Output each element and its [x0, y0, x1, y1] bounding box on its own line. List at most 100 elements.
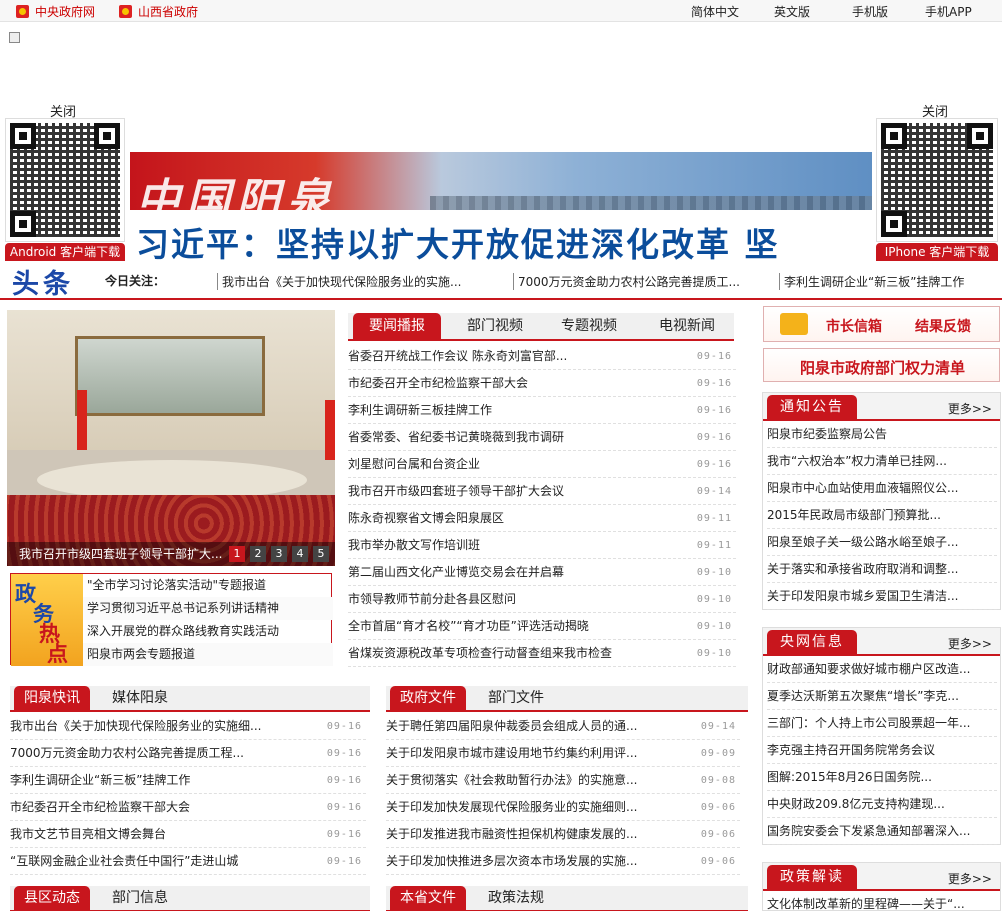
tab-dept-video[interactable]: 部门视频: [451, 313, 539, 339]
list-item[interactable]: 阳泉至娘子关一级公路水峪至娘子...: [767, 529, 997, 556]
news-item-title[interactable]: “互联网金融企业社会责任中国行”走进山城: [10, 848, 314, 874]
news-item-title[interactable]: 市纪委召开全市纪检监察干部大会: [348, 370, 684, 396]
news-item-title[interactable]: 省委召开统战工作会议 陈永奇刘富官部...: [348, 343, 684, 369]
list-item[interactable]: 2015年民政局市级部门预算批...: [767, 502, 997, 529]
list-item[interactable]: 图解:2015年8月26日国务院...: [767, 764, 997, 791]
mobile-version-link[interactable]: 手机版: [852, 3, 888, 20]
news-item[interactable]: 7000万元资金助力农村公路完善提质工程... 09-16: [10, 740, 366, 767]
news-item-title[interactable]: 我市召开市级四套班子领导干部扩大会议: [348, 478, 684, 504]
slider-dot[interactable]: 3: [271, 546, 287, 562]
power-list-box[interactable]: 阳泉市政府部门权力清单: [763, 348, 1000, 382]
tab-topic-video[interactable]: 专题视频: [545, 313, 633, 339]
notice-more-link[interactable]: 更多>>: [948, 400, 992, 417]
tab-gov-docs[interactable]: 政府文件: [390, 686, 466, 710]
news-item-title[interactable]: 7000万元资金助力农村公路完善提质工程...: [10, 740, 314, 766]
news-item[interactable]: 省煤炭资源税改革专项检查行动督查组来我市检查 09-10: [348, 640, 736, 667]
news-item-title[interactable]: 关于印发加快推进多层次资本市场发展的实施...: [386, 848, 688, 874]
result-feedback-link[interactable]: 结果反馈: [915, 316, 971, 336]
news-item-title[interactable]: 省委常委、省纪委书记黄晓薇到我市调研: [348, 424, 684, 450]
news-item[interactable]: 关于贯彻落实《社会救助暂行办法》的实施意... 09-08: [386, 767, 740, 794]
news-item-title[interactable]: 关于印发阳泉市城市建设用地节约集约利用评...: [386, 740, 688, 766]
news-item-title[interactable]: 全市首届“育才名校”“育才功臣”评选活动揭晓: [348, 613, 684, 639]
news-item[interactable]: 关于聘任第四届阳泉仲裁委员会组成人员的通... 09-14: [386, 713, 740, 740]
hot-topic-item[interactable]: "全市学习讨论落实活动"专题报道: [83, 574, 333, 597]
news-item[interactable]: 我市出台《关于加快现代保险服务业的实施细... 09-16: [10, 713, 366, 740]
news-item-title[interactable]: 关于贯彻落实《社会救助暂行办法》的实施意...: [386, 767, 688, 793]
news-item-title[interactable]: 关于印发推进我市融资性担保机构健康发展的...: [386, 821, 688, 847]
news-item[interactable]: 李利生调研新三板挂牌工作 09-16: [348, 397, 736, 424]
list-item[interactable]: 阳泉市中心血站使用血液辐照仪公...: [767, 475, 997, 502]
android-download-button[interactable]: Android 客户端下载: [5, 243, 125, 261]
news-item[interactable]: 李利生调研企业“新三板”挂牌工作 09-16: [10, 767, 366, 794]
central-info-more-link[interactable]: 更多>>: [948, 635, 992, 652]
hot-topic-item[interactable]: 深入开展党的群众路线教育实践活动: [83, 620, 333, 643]
news-item-title[interactable]: 关于聘任第四届阳泉仲裁委员会组成人员的通...: [386, 713, 688, 739]
policy-more-link[interactable]: 更多>>: [948, 870, 992, 887]
news-item[interactable]: 刘星慰问台属和台资企业 09-16: [348, 451, 736, 478]
power-list-link[interactable]: 阳泉市政府部门权力清单: [764, 357, 1001, 378]
photo-slider[interactable]: 我市召开市级四套班子领导干部扩大... 1 2 3 4 5: [7, 310, 335, 566]
ticker-item[interactable]: 7000万元资金助力农村公路完善提质工...: [513, 273, 740, 290]
news-item-title[interactable]: 李利生调研企业“新三板”挂牌工作: [10, 767, 314, 793]
news-item[interactable]: 我市举办散文写作培训班 09-11: [348, 532, 736, 559]
tab-county-news[interactable]: 县区动态: [14, 886, 90, 910]
news-item-title[interactable]: 李利生调研新三板挂牌工作: [348, 397, 684, 423]
ticker-item[interactable]: 李利生调研企业“新三板”挂牌工作: [779, 273, 964, 290]
list-item[interactable]: 李克强主持召开国务院常务会议: [767, 737, 997, 764]
central-gov-link[interactable]: 中央政府网: [16, 3, 95, 20]
shanxi-gov-link[interactable]: 山西省政府: [119, 3, 198, 20]
list-item[interactable]: 关于落实和承接省政府取消和调整...: [767, 556, 997, 583]
policy-item[interactable]: 文化体制改革新的里程碑——关于“...: [767, 891, 997, 911]
english-version-link[interactable]: 英文版: [774, 3, 810, 20]
news-item-title[interactable]: 我市出台《关于加快现代保险服务业的实施细...: [10, 713, 314, 739]
mayor-mailbox-link[interactable]: 市长信箱: [826, 316, 882, 336]
news-item-title[interactable]: 我市举办散文写作培训班: [348, 532, 684, 558]
simplified-chinese-link[interactable]: 简体中文: [691, 3, 739, 20]
news-item[interactable]: 第二届山西文化产业博览交易会在并启幕 09-10: [348, 559, 736, 586]
tab-policy-regulations[interactable]: 政策法规: [478, 886, 554, 910]
list-item[interactable]: 国务院安委会下发紧急通知部署深入...: [767, 818, 997, 845]
news-item[interactable]: 我市召开市级四套班子领导干部扩大会议 09-14: [348, 478, 736, 505]
tab-news-broadcast[interactable]: 要闻播报: [353, 313, 441, 339]
slider-dot[interactable]: 2: [250, 546, 266, 562]
news-item[interactable]: 市纪委召开全市纪检监察干部大会 09-16: [10, 794, 366, 821]
tab-dept-info[interactable]: 部门信息: [102, 886, 178, 910]
list-item[interactable]: 我市“六权治本”权力清单已挂网...: [767, 448, 997, 475]
slider-dot[interactable]: 5: [313, 546, 329, 562]
list-item[interactable]: 关于印发阳泉市城乡爱国卫生清洁...: [767, 583, 997, 610]
news-item[interactable]: 市纪委召开全市纪检监察干部大会 09-16: [348, 370, 736, 397]
tab-yangquan-quick[interactable]: 阳泉快讯: [14, 686, 90, 710]
list-item[interactable]: 夏季达沃斯第五次聚焦“增长”李克...: [767, 683, 997, 710]
list-item[interactable]: 阳泉市纪委监察局公告: [767, 421, 997, 448]
tab-media-yangquan[interactable]: 媒体阳泉: [102, 686, 178, 710]
news-item-title[interactable]: 我市文艺节目亮相文博会舞台: [10, 821, 314, 847]
banner-headline[interactable]: 习近平：坚持以扩大开放促进深化改革 坚: [136, 218, 780, 266]
news-item[interactable]: 关于印发加快推进多层次资本市场发展的实施... 09-06: [386, 848, 740, 875]
news-item[interactable]: “互联网金融企业社会责任中国行”走进山城 09-16: [10, 848, 366, 875]
hot-topic-item[interactable]: 阳泉市两会专题报道: [83, 643, 333, 666]
tab-tv-news[interactable]: 电视新闻: [643, 313, 731, 339]
news-item-title[interactable]: 省煤炭资源税改革专项检查行动督查组来我市检查: [348, 640, 684, 666]
iphone-download-button[interactable]: IPhone 客户端下载: [876, 243, 998, 261]
mobile-app-link[interactable]: 手机APP: [925, 3, 972, 20]
news-item[interactable]: 市领导教师节前分赴各县区慰问 09-10: [348, 586, 736, 613]
news-item-title[interactable]: 刘星慰问台属和台资企业: [348, 451, 684, 477]
news-item[interactable]: 关于印发加快发展现代保险服务业的实施细则... 09-06: [386, 794, 740, 821]
news-item[interactable]: 陈永奇视察省文博会阳泉展区 09-11: [348, 505, 736, 532]
news-item[interactable]: 我市文艺节目亮相文博会舞台 09-16: [10, 821, 366, 848]
ticker-item[interactable]: 我市出台《关于加快现代保险服务业的实施...: [217, 273, 461, 290]
news-item[interactable]: 省委常委、省纪委书记黄晓薇到我市调研 09-16: [348, 424, 736, 451]
news-item[interactable]: 关于印发阳泉市城市建设用地节约集约利用评... 09-09: [386, 740, 740, 767]
news-item[interactable]: 省委召开统战工作会议 陈永奇刘富官部... 09-16: [348, 343, 736, 370]
slider-dot[interactable]: 1: [229, 546, 245, 562]
tab-dept-docs[interactable]: 部门文件: [478, 686, 554, 710]
news-item-title[interactable]: 第二届山西文化产业博览交易会在并启幕: [348, 559, 684, 585]
news-item[interactable]: 全市首届“育才名校”“育才功臣”评选活动揭晓 09-10: [348, 613, 736, 640]
news-item-title[interactable]: 关于印发加快发展现代保险服务业的实施细则...: [386, 794, 688, 820]
slider-dot[interactable]: 4: [292, 546, 308, 562]
list-item[interactable]: 财政部通知要求做好城市棚户区改造...: [767, 656, 997, 683]
list-item[interactable]: 中央财政209.8亿元支持构建现...: [767, 791, 997, 818]
news-item-title[interactable]: 陈永奇视察省文博会阳泉展区: [348, 505, 684, 531]
news-item[interactable]: 关于印发推进我市融资性担保机构健康发展的... 09-06: [386, 821, 740, 848]
hot-topic-item[interactable]: 学习贯彻习近平总书记系列讲话精神: [83, 597, 333, 620]
